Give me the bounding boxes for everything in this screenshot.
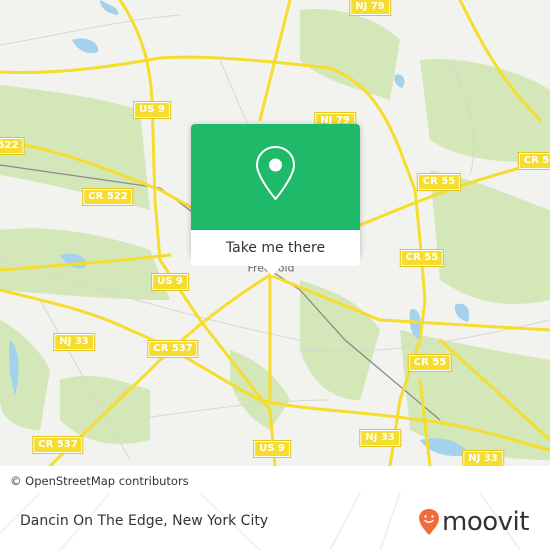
route-shield: NJ 33 (53, 333, 95, 351)
route-shield: US 9 (133, 101, 171, 119)
route-shield: CR 522 (82, 188, 134, 206)
route-shield: CR 55 (416, 173, 462, 191)
moovit-pin-smile-icon (419, 509, 439, 535)
route-shield: CR 55 (517, 152, 550, 170)
route-shield: CR 55 (399, 249, 445, 267)
map-pin-icon (255, 145, 296, 201)
route-shield: US 9 (151, 273, 189, 291)
popup-pointer (263, 266, 281, 276)
moovit-logo[interactable]: moovit (418, 507, 529, 537)
map[interactable]: Freehold NJ 79 NJ 79 US 9 522 CR 522 CR … (0, 0, 550, 466)
take-me-there-label: Take me there (225, 240, 326, 256)
route-shield: 522 (0, 137, 25, 155)
route-shield: CR 537 (147, 340, 199, 358)
route-shield: CR 537 (32, 436, 84, 454)
route-shield: CR 55 (407, 354, 453, 372)
popup-header[interactable] (191, 124, 360, 230)
map-attribution[interactable]: © OpenStreetMap contributors (0, 469, 199, 493)
route-shield: NJ 79 (349, 0, 391, 16)
route-shield: NJ 33 (462, 450, 504, 466)
moovit-wordmark: moovit (442, 507, 529, 537)
route-shield: US 9 (253, 440, 291, 458)
location-title: Dancin On The Edge, New York City (20, 513, 269, 529)
footer: Dancin On The Edge, New York City moovit (0, 493, 550, 550)
route-shield: NJ 33 (359, 429, 401, 447)
take-me-there-button[interactable]: Take me there (191, 230, 360, 266)
take-me-there-popup[interactable]: Take me there (191, 124, 360, 276)
